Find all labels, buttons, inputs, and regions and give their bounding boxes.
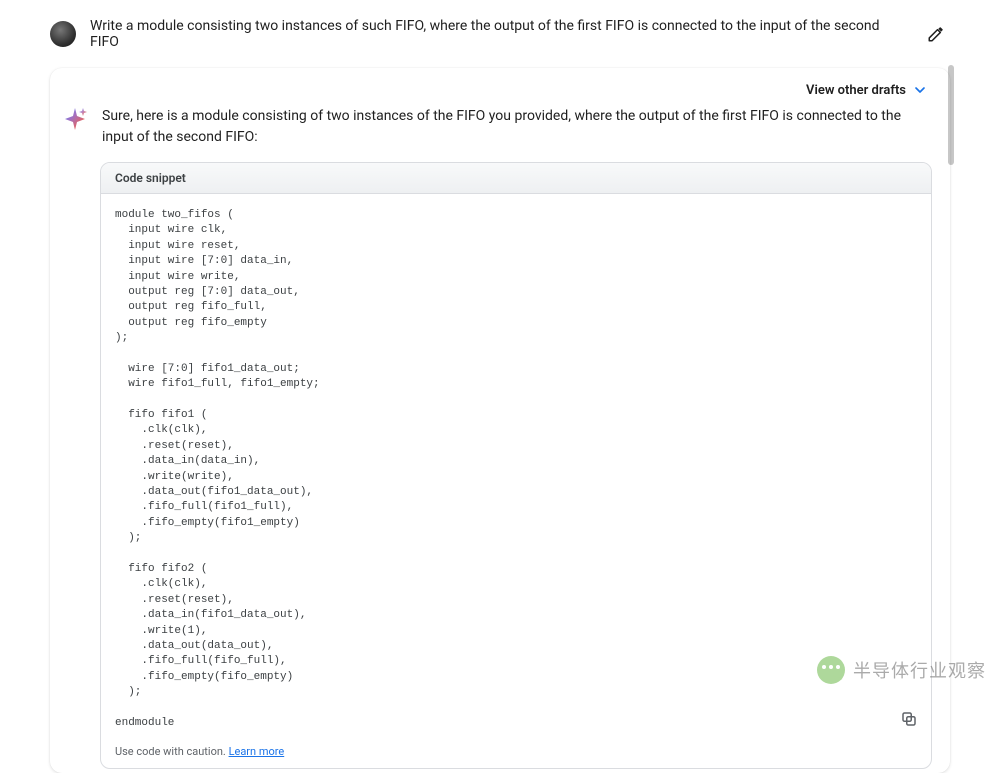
chevron-down-icon — [912, 82, 928, 98]
user-prompt-text: Write a module consisting two instances … — [90, 18, 908, 50]
answer-intro-text: Sure, here is a module consisting of two… — [102, 106, 928, 148]
learn-more-link[interactable]: Learn more — [229, 745, 285, 758]
pencil-icon — [927, 25, 945, 43]
view-other-drafts-label: View other drafts — [806, 83, 906, 98]
code-caution-row: Use code with caution. Learn more — [101, 739, 931, 768]
view-other-drafts-button[interactable]: View other drafts — [50, 82, 950, 106]
scrollbar[interactable] — [948, 60, 956, 698]
code-caution-text: Use code with caution. — [115, 745, 226, 758]
user-prompt-row: Write a module consisting two instances … — [50, 8, 950, 64]
bard-sparkle-icon — [62, 106, 88, 132]
answer-card: View other drafts — [50, 68, 950, 773]
code-content: module two_fifos ( input wire clk, input… — [115, 208, 917, 731]
user-avatar — [50, 21, 76, 47]
copy-icon — [900, 710, 918, 728]
scrollbar-thumb[interactable] — [948, 65, 954, 165]
edit-prompt-button[interactable] — [922, 20, 950, 48]
code-header: Code snippet — [101, 163, 931, 194]
copy-code-button[interactable] — [897, 707, 921, 731]
code-snippet-card: Code snippet module two_fifos ( input wi… — [100, 162, 932, 769]
